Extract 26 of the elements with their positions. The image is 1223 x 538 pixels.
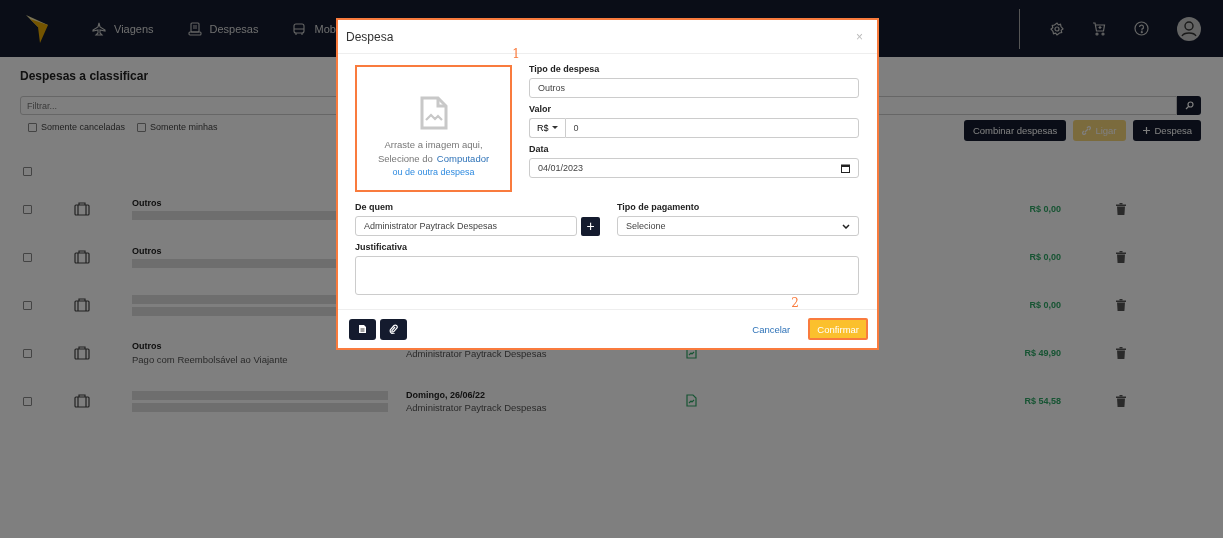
annotation-number: 2 bbox=[791, 296, 799, 310]
page-title: Despesas a classificar bbox=[20, 69, 149, 83]
checkbox-label: Somente minhas bbox=[150, 122, 218, 132]
field-label: Tipo de despesa bbox=[529, 64, 601, 74]
expense-owner: Administrator Paytrack Despesas bbox=[406, 401, 547, 413]
expense-owner: Administrator Paytrack Despesas bbox=[406, 347, 547, 359]
expense-amount: R$ 0,00 bbox=[1029, 252, 1061, 262]
expense-amount: R$ 49,90 bbox=[1024, 348, 1061, 358]
dialog-title: Despesa bbox=[346, 29, 394, 44]
expense-title: Outros bbox=[132, 246, 162, 256]
expense-title: Outros bbox=[132, 341, 162, 351]
field-label: Tipo de pagamento bbox=[617, 202, 701, 212]
field-label: Data bbox=[529, 144, 550, 154]
field-label: De quem bbox=[355, 202, 394, 212]
annotation-number: 1 bbox=[512, 47, 520, 61]
expense-title: Outros bbox=[132, 198, 162, 208]
expense-date: Domingo, 26/06/22 bbox=[406, 389, 486, 400]
expense-amount: R$ 54,58 bbox=[1024, 396, 1061, 406]
expense-amount: R$ 0,00 bbox=[1029, 204, 1061, 214]
drop-instructions: Arraste a imagem aqui, bbox=[384, 139, 483, 150]
drop-instructions: Selecione do bbox=[377, 153, 433, 164]
field-label: Justificativa bbox=[355, 242, 409, 252]
checkbox-label: Somente canceladas bbox=[41, 122, 126, 132]
expense-amount: R$ 0,00 bbox=[1029, 300, 1061, 310]
field-label: Valor bbox=[529, 104, 552, 114]
expense-subtitle: Pago com Reembolsável ao Viajante bbox=[132, 354, 288, 365]
